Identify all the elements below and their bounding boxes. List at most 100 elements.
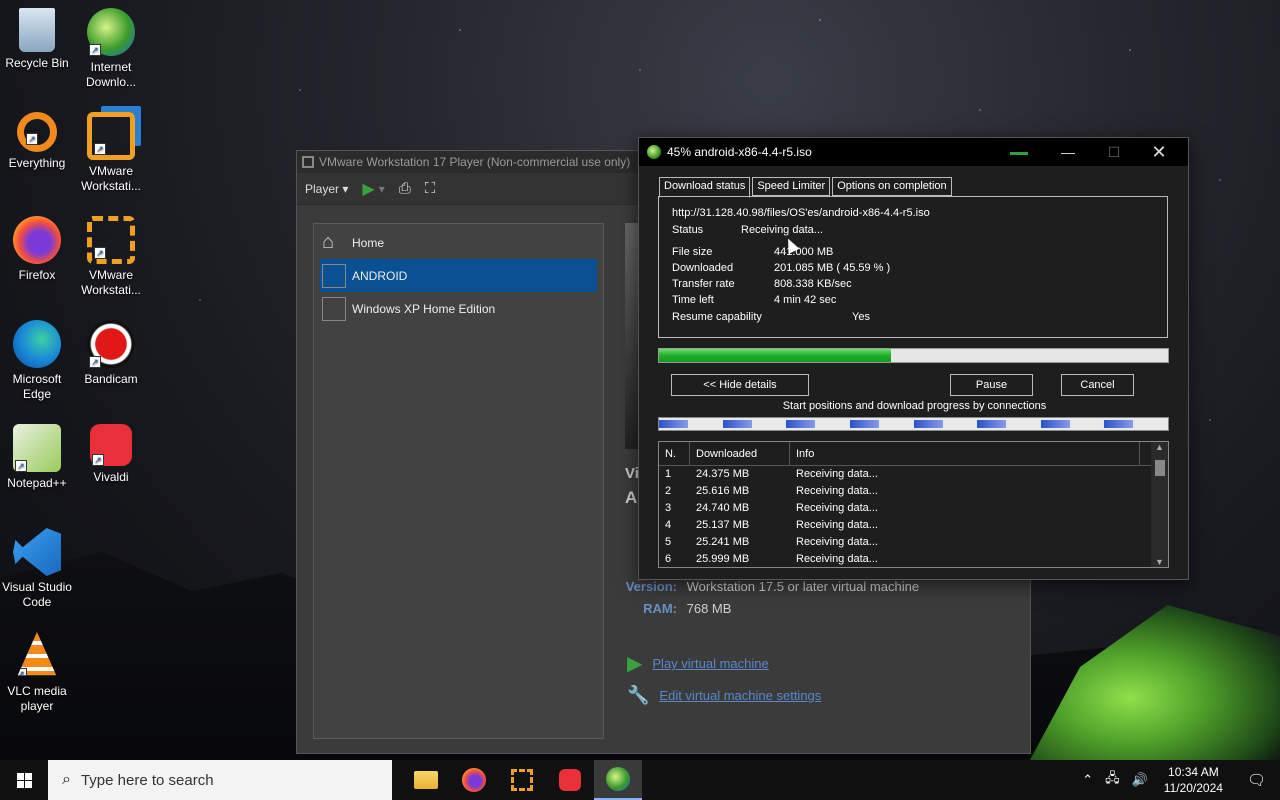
desktop-icon-label: Firefox xyxy=(18,268,56,282)
tab-options-on-completion[interactable]: Options on completion xyxy=(832,177,952,196)
send-keys-icon[interactable]: ⎙ xyxy=(399,180,411,197)
connection-row[interactable]: 4 25.137 MB Receiving data... xyxy=(659,517,1168,534)
library-item-label: ANDROID xyxy=(352,268,408,283)
fullscreen-icon[interactable]: ⛶ xyxy=(425,180,436,197)
minimize-button[interactable]: — xyxy=(1045,138,1091,166)
taskbar-clock[interactable]: 10:34 AM 11/20/2024 xyxy=(1154,764,1233,796)
notepadpp-icon: ↗ xyxy=(13,424,61,472)
desktop-icon-notepadpp[interactable]: ↗ Notepad++ xyxy=(0,424,74,491)
firefox-icon xyxy=(13,216,61,264)
taskbar-file-explorer[interactable] xyxy=(402,760,450,800)
desktop-icon-label: Notepad++ xyxy=(7,476,67,490)
column-header-n[interactable]: N. xyxy=(659,442,690,465)
taskbar-vivaldi[interactable] xyxy=(546,760,594,800)
connection-row[interactable]: 6 25.999 MB Receiving data... xyxy=(659,551,1168,567)
recycle-bin-icon xyxy=(19,8,55,52)
edit-vm-settings-link[interactable]: 🔧 Edit virtual machine settings xyxy=(627,685,821,706)
column-header-info[interactable]: Info xyxy=(790,442,1140,465)
clock-time: 10:34 AM xyxy=(1168,765,1219,779)
connection-info: Receiving data... xyxy=(796,502,878,514)
taskbar-idm[interactable] xyxy=(594,760,642,800)
idm-icon xyxy=(606,767,630,791)
library-item-windows-xp[interactable]: Windows XP Home Edition xyxy=(314,292,603,325)
connection-n: 1 xyxy=(665,468,672,480)
connection-downloaded: 24.375 MB xyxy=(696,468,750,480)
connection-row[interactable]: 3 24.740 MB Receiving data... xyxy=(659,500,1168,517)
vivaldi-icon xyxy=(559,769,581,791)
hide-details-button[interactable]: << Hide details xyxy=(671,374,809,396)
scroll-thumb[interactable] xyxy=(1155,460,1165,476)
vm-version-row: Version: Workstation 17.5 or later virtu… xyxy=(625,579,920,594)
search-placeholder: Type here to search xyxy=(80,771,214,789)
desktop-icon-idm[interactable]: ↗ Internet Downlo... xyxy=(74,8,148,90)
volume-icon[interactable]: 🔊 xyxy=(1126,772,1154,788)
tab-speed-limiter[interactable]: Speed Limiter xyxy=(752,177,831,196)
connection-n: 4 xyxy=(665,519,672,531)
download-progress-bar xyxy=(658,348,1169,363)
vmware-title: VMware Workstation 17 Player (Non-commer… xyxy=(319,155,631,169)
play-icon[interactable]: ▶ xyxy=(362,179,374,199)
vm-library-panel: ⌂ Home ANDROID Windows XP Home Edition xyxy=(313,223,604,739)
connection-row[interactable]: 5 25.241 MB Receiving data... xyxy=(659,534,1168,551)
cancel-button[interactable]: Cancel xyxy=(1061,374,1134,396)
idm-title-bar[interactable]: 45% android-x86-4.4-r5.iso — ☐ ✕ xyxy=(639,138,1188,166)
desktop-icon-everything[interactable]: ↗ Everything xyxy=(0,112,74,171)
scroll-down-icon[interactable]: ▼ xyxy=(1151,557,1168,567)
clock-date: 11/20/2024 xyxy=(1163,781,1223,795)
start-button[interactable] xyxy=(0,760,48,800)
desktop-icon-vmware-player[interactable]: ↗ VMware Workstati... xyxy=(74,216,148,298)
vivaldi-icon: ↗ xyxy=(90,424,132,466)
connection-info: Receiving data... xyxy=(796,553,878,565)
pause-button[interactable]: Pause xyxy=(950,374,1033,396)
desktop-icon-label: Internet Downlo... xyxy=(85,60,137,89)
connection-info: Receiving data... xyxy=(796,519,878,531)
network-icon[interactable]: 🖧 xyxy=(1099,769,1126,791)
connection-n: 2 xyxy=(665,485,672,497)
chevron-up-icon[interactable]: ⌃ xyxy=(1076,772,1099,788)
windows-logo-icon xyxy=(16,772,32,788)
taskbar-search-box[interactable]: ⌕ Type here to search xyxy=(48,760,392,800)
desktop-icon-vlc[interactable]: ↗ VLC media player xyxy=(0,632,74,714)
vlc-icon: ↗ xyxy=(17,632,57,676)
idm-tabs: Download status Speed Limiter Options on… xyxy=(659,177,954,198)
connection-row[interactable]: 2 25.616 MB Receiving data... xyxy=(659,483,1168,500)
idm-title: 45% android-x86-4.4-r5.iso xyxy=(667,145,812,159)
desktop-icon-label: Visual Studio Code xyxy=(2,580,72,609)
play-vm-link[interactable]: ▶ Play virtual machine xyxy=(627,651,769,676)
download-status-panel: http://31.128.40.98/files/OS'es/android-… xyxy=(658,196,1168,338)
taskbar-firefox[interactable] xyxy=(450,760,498,800)
tab-download-status[interactable]: Download status xyxy=(659,177,751,198)
close-button[interactable]: ✕ xyxy=(1136,138,1182,166)
notifications-icon[interactable]: 🗨 xyxy=(1233,771,1280,789)
desktop-icon-vmware[interactable]: ↗ VMware Workstati... xyxy=(74,112,148,194)
library-item-home[interactable]: ⌂ Home xyxy=(314,226,603,259)
desktop-icon-edge[interactable]: Microsoft Edge xyxy=(0,320,74,402)
downloaded-row: Downloaded 201.085 MB ( 45.59 % ) xyxy=(672,262,891,274)
column-header-downloaded[interactable]: Downloaded xyxy=(690,442,790,465)
connection-info: Receiving data... xyxy=(796,485,878,497)
maximize-button[interactable]: ☐ xyxy=(1091,138,1137,166)
desktop-icon-label: Recycle Bin xyxy=(5,56,69,70)
taskbar-vmware[interactable] xyxy=(498,760,546,800)
dropdown-arrow-icon[interactable]: ▾ xyxy=(379,182,385,196)
desktop-icon-vscode[interactable]: Visual Studio Code xyxy=(0,528,74,610)
desktop-icon-firefox[interactable]: Firefox xyxy=(0,216,74,283)
vm-preview-thumbnail xyxy=(625,223,639,449)
idm-icon: ↗ xyxy=(87,8,135,56)
connections-scrollbar[interactable]: ▲ ▼ xyxy=(1151,442,1168,567)
connection-info: Receiving data... xyxy=(796,468,878,480)
connection-row[interactable]: 1 24.375 MB Receiving data... xyxy=(659,466,1168,483)
library-item-android[interactable]: ANDROID xyxy=(320,259,597,292)
connection-downloaded: 25.616 MB xyxy=(696,485,750,497)
player-menu-button[interactable]: Player ▾ xyxy=(305,182,348,196)
idm-download-dialog: 45% android-x86-4.4-r5.iso — ☐ ✕ Downloa… xyxy=(638,137,1189,580)
connection-segment xyxy=(1041,420,1070,428)
desktop-icon-recycle-bin[interactable]: Recycle Bin xyxy=(0,8,74,71)
vm-subheading: A xyxy=(625,488,638,507)
desktop-icon-label: VMware Workstati... xyxy=(81,268,141,297)
scroll-up-icon[interactable]: ▲ xyxy=(1151,442,1168,452)
desktop-icon-bandicam[interactable]: ↗ Bandicam xyxy=(74,320,148,387)
firefox-icon xyxy=(462,768,486,792)
desktop-icon-vivaldi[interactable]: ↗ Vivaldi xyxy=(74,424,148,485)
system-tray: ⌃ 🖧 🔊 10:34 AM 11/20/2024 🗨 xyxy=(1076,760,1280,800)
